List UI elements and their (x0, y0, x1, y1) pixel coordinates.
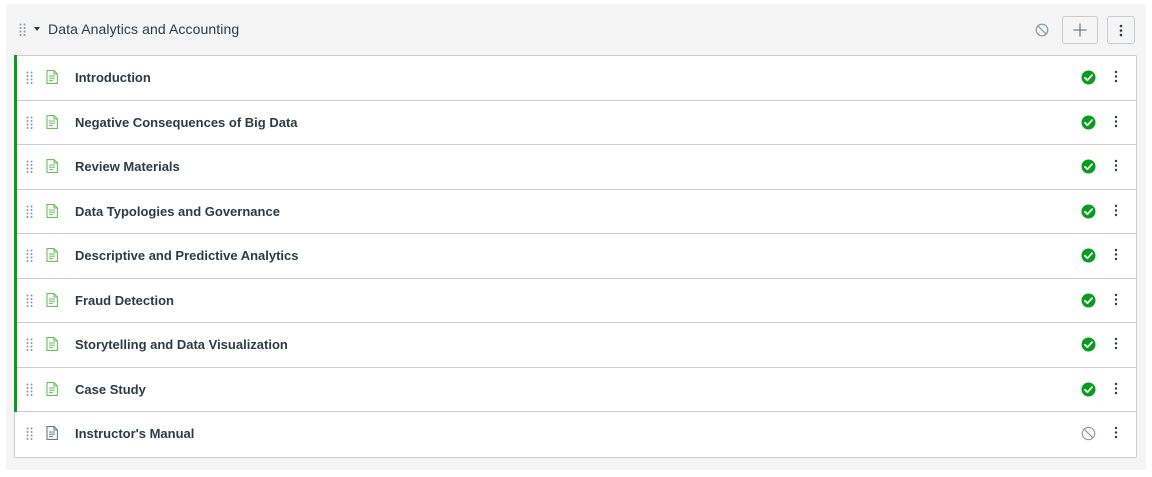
drag-handle-icon[interactable] (26, 71, 34, 89)
kebab-menu-icon[interactable] (1114, 115, 1118, 133)
drag-handle-icon[interactable] (26, 383, 34, 401)
module-container: Data Analytics and Accounting Introducti… (6, 4, 1146, 470)
page-icon (46, 426, 58, 445)
module-item-title[interactable]: Descriptive and Predictive Analytics (75, 248, 299, 263)
drag-handle-icon[interactable] (26, 427, 34, 445)
page-icon (46, 381, 58, 401)
module-item[interactable]: Case Study (14, 366, 1136, 412)
module-item-title[interactable]: Review Materials (75, 159, 180, 174)
module-item-title[interactable]: Storytelling and Data Visualization (75, 337, 288, 352)
module-item-title[interactable]: Fraud Detection (75, 293, 174, 308)
module-item[interactable]: Storytelling and Data Visualization (14, 322, 1136, 368)
module-header[interactable]: Data Analytics and Accounting (6, 4, 1146, 54)
published-check-icon[interactable] (1081, 248, 1096, 268)
drag-handle-icon[interactable] (19, 23, 27, 41)
kebab-menu-icon[interactable] (1114, 70, 1118, 88)
module-item-title[interactable]: Data Typologies and Governance (75, 204, 280, 219)
kebab-menu-icon[interactable] (1114, 204, 1118, 222)
module-item[interactable]: Data Typologies and Governance (14, 188, 1136, 234)
drag-handle-icon[interactable] (26, 160, 34, 178)
published-check-icon[interactable] (1081, 204, 1096, 224)
module-item[interactable]: Negative Consequences of Big Data (14, 99, 1136, 145)
page-icon (46, 248, 58, 267)
module-title[interactable]: Data Analytics and Accounting (48, 21, 239, 37)
published-check-icon[interactable] (1081, 293, 1096, 313)
kebab-menu-icon[interactable] (1114, 248, 1118, 266)
page-icon (46, 337, 58, 356)
page-icon (46, 70, 58, 89)
unpublished-icon[interactable] (1035, 23, 1049, 42)
kebab-menu-icon (1119, 24, 1123, 36)
drag-handle-icon[interactable] (26, 205, 34, 223)
kebab-menu-icon[interactable] (1114, 159, 1118, 177)
caret-down-icon[interactable] (34, 27, 40, 31)
page-icon (46, 292, 58, 312)
unpublished-icon[interactable] (1081, 426, 1096, 446)
module-item-title[interactable]: Instructor's Manual (75, 426, 194, 441)
published-check-icon[interactable] (1081, 337, 1096, 357)
page-icon (46, 114, 58, 134)
drag-handle-icon[interactable] (26, 338, 34, 356)
published-check-icon[interactable] (1081, 115, 1096, 135)
module-item[interactable]: Review Materials (14, 144, 1136, 190)
module-item[interactable]: Instructor's Manual (15, 412, 1136, 457)
module-items-list: Introduction Negative Consequences of Bi… (14, 55, 1137, 458)
module-item[interactable]: Descriptive and Predictive Analytics (14, 233, 1136, 279)
published-check-icon[interactable] (1081, 159, 1096, 179)
published-check-icon[interactable] (1081, 70, 1096, 90)
module-options-button[interactable] (1107, 16, 1135, 44)
kebab-menu-icon[interactable] (1114, 337, 1118, 355)
drag-handle-icon[interactable] (26, 294, 34, 312)
page-icon (46, 159, 58, 178)
module-item-title[interactable]: Case Study (75, 382, 146, 397)
published-check-icon[interactable] (1081, 382, 1096, 402)
module-item-title[interactable]: Introduction (75, 70, 151, 85)
module-item-title[interactable]: Negative Consequences of Big Data (75, 115, 298, 130)
kebab-menu-icon[interactable] (1114, 293, 1118, 311)
kebab-menu-icon[interactable] (1114, 382, 1118, 400)
module-item[interactable]: Introduction (14, 55, 1136, 101)
module-item[interactable]: Fraud Detection (14, 277, 1136, 323)
drag-handle-icon[interactable] (26, 249, 34, 267)
plus-icon (1073, 23, 1087, 37)
add-item-button[interactable] (1062, 16, 1098, 44)
page-icon (46, 203, 58, 223)
drag-handle-icon[interactable] (26, 116, 34, 134)
kebab-menu-icon[interactable] (1114, 426, 1118, 444)
